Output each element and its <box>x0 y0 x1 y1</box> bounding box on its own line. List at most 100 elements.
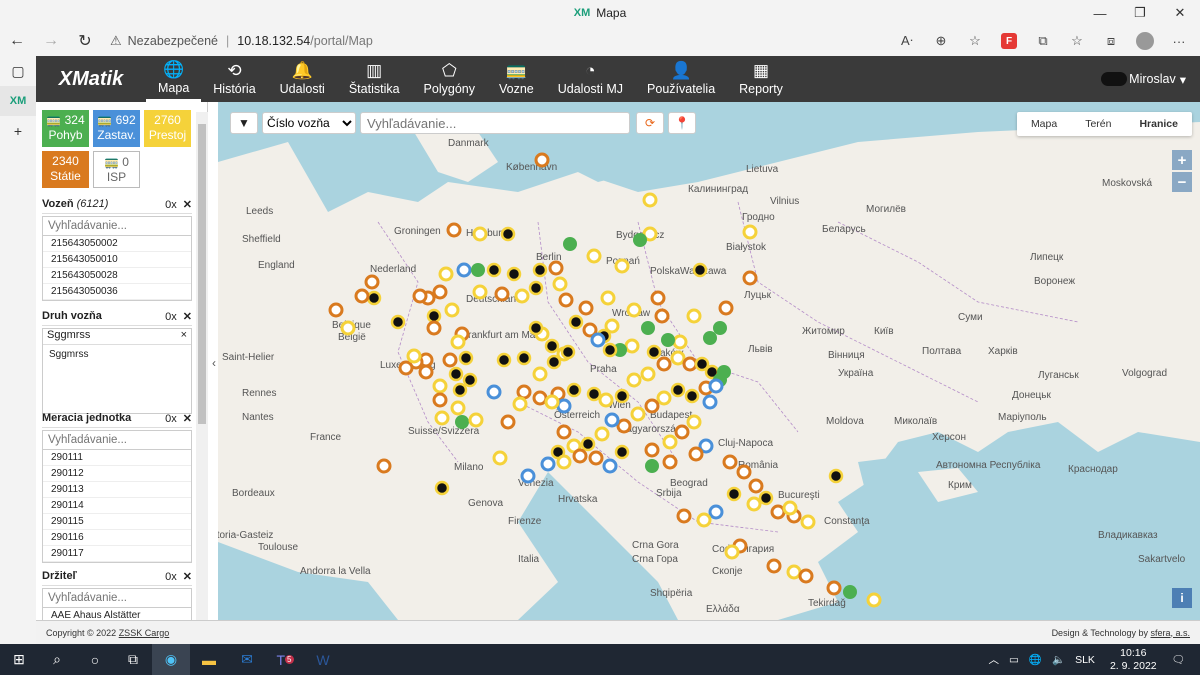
wagon-marker[interactable] <box>686 308 702 324</box>
wagon-marker[interactable] <box>486 262 502 278</box>
wagon-marker[interactable] <box>828 468 844 484</box>
list-item[interactable]: 215643050002 <box>43 236 191 252</box>
wagon-marker[interactable] <box>434 410 450 426</box>
wagon-marker[interactable] <box>650 290 666 306</box>
wagon-marker[interactable] <box>736 464 752 480</box>
wagon-marker[interactable] <box>590 332 606 348</box>
nav-mapa[interactable]: 🌐 Mapa <box>146 56 202 102</box>
refresh-map-icon[interactable]: ⟳ <box>636 112 664 134</box>
wagon-type-box[interactable]: Sggmrss × Sggmrss <box>42 328 192 414</box>
wagon-marker[interactable] <box>594 426 610 442</box>
map-search-input[interactable] <box>360 112 630 134</box>
wagon-marker[interactable] <box>688 446 704 462</box>
battery-icon[interactable]: ▭ <box>1009 654 1019 666</box>
address-bar[interactable]: ⚠ Nezabezpečené | 10.18.132.54 /portal/M… <box>110 28 890 54</box>
zoom-icon[interactable]: ⊕ <box>924 27 958 55</box>
wagon-marker[interactable] <box>500 414 516 430</box>
collections-icon[interactable]: ⧈ <box>1094 27 1128 55</box>
wagon-marker[interactable] <box>578 300 594 316</box>
wagon-marker[interactable] <box>432 378 448 394</box>
wagon-marker[interactable] <box>468 412 484 428</box>
wagon-marker[interactable] <box>604 318 620 334</box>
wagon-marker[interactable] <box>766 558 782 574</box>
wagon-marker[interactable] <box>586 386 602 402</box>
zoom-out-button[interactable]: − <box>1172 172 1192 192</box>
more-icon[interactable]: ··· <box>1162 27 1196 55</box>
wagon-marker[interactable] <box>717 365 731 379</box>
nav-vozne[interactable]: 🚃 Vozne <box>487 56 546 102</box>
wagon-marker[interactable] <box>520 468 536 484</box>
wagon-marker[interactable] <box>670 382 686 398</box>
list-item[interactable]: 290112 <box>43 466 191 482</box>
wagon-marker[interactable] <box>662 434 678 450</box>
wagon-marker[interactable] <box>548 260 564 276</box>
zoom-in-button[interactable]: + <box>1172 150 1192 170</box>
list-item[interactable]: AAE Ahaus Alstätter <box>43 608 191 620</box>
maximize-icon[interactable]: ❐ <box>1120 0 1160 26</box>
wagon-marker[interactable] <box>746 496 762 512</box>
list-item[interactable]: 290114 <box>43 498 191 514</box>
read-aloud-icon[interactable]: Aᐧ <box>890 27 924 55</box>
wagon-marker[interactable] <box>630 406 646 422</box>
map-type-mapa[interactable]: Mapa <box>1017 112 1071 136</box>
tile-zastav[interactable]: 🚃 692 Zastav. <box>93 110 140 147</box>
wagon-marker[interactable] <box>390 314 406 330</box>
wagon-marker[interactable] <box>438 266 454 282</box>
wagon-marker[interactable] <box>364 274 380 290</box>
wagon-marker[interactable] <box>600 290 616 306</box>
wagon-marker[interactable] <box>614 388 630 404</box>
wagon-marker[interactable] <box>528 280 544 296</box>
back-icon[interactable]: ← <box>0 27 34 55</box>
wagon-marker[interactable] <box>786 564 802 580</box>
list-item[interactable]: 290116 <box>43 530 191 546</box>
tab-actions-icon[interactable]: ▢ <box>0 56 36 86</box>
nav-pouzivatelia[interactable]: 👤 Používatelia <box>635 56 727 102</box>
wagon-marker[interactable] <box>633 233 647 247</box>
wagon-marker[interactable] <box>514 288 530 304</box>
wagon-marker[interactable] <box>546 354 562 370</box>
panel-scrollbar[interactable] <box>196 112 208 620</box>
wagon-marker[interactable] <box>724 544 740 560</box>
wagon-marker[interactable] <box>532 390 548 406</box>
wagon-marker[interactable] <box>471 263 485 277</box>
wagon-marker[interactable] <box>472 284 488 300</box>
wagon-marker[interactable] <box>626 372 642 388</box>
wagon-marker[interactable] <box>614 444 630 460</box>
design-link[interactable]: sfera, a.s. <box>1150 628 1190 638</box>
tile-isp[interactable]: 🚃 0 ISP <box>93 151 140 188</box>
extension-icon[interactable]: F <box>1001 33 1017 49</box>
brand-logo[interactable]: XMatik <box>36 56 146 102</box>
unit-search-input[interactable] <box>42 430 192 450</box>
wagon-marker[interactable] <box>444 302 460 318</box>
wagon-marker[interactable] <box>800 514 816 530</box>
refresh-icon[interactable]: ↻ <box>68 27 102 55</box>
wagon-marker[interactable] <box>560 344 576 360</box>
wagon-marker[interactable] <box>588 450 604 466</box>
wagon-marker[interactable] <box>448 366 464 382</box>
wagon-marker[interactable] <box>602 458 618 474</box>
wagon-marker[interactable] <box>748 478 764 494</box>
wagon-marker[interactable] <box>686 414 702 430</box>
wagon-marker[interactable] <box>641 321 655 335</box>
wagon-marker[interactable] <box>676 508 692 524</box>
filter-icon[interactable]: ▼ <box>230 112 258 134</box>
wagon-marker[interactable] <box>843 585 857 599</box>
word-icon[interactable]: W <box>304 644 342 675</box>
location-pin-icon[interactable]: 📍 <box>668 112 696 134</box>
wagon-marker[interactable] <box>528 320 544 336</box>
clear-unit-icon[interactable]: ✕ <box>183 413 192 425</box>
file-explorer-icon[interactable]: ▬ <box>190 644 228 675</box>
wagon-marker[interactable] <box>670 350 686 366</box>
wagon-marker[interactable] <box>604 412 620 428</box>
wagon-marker[interactable] <box>412 288 428 304</box>
wagon-marker[interactable] <box>434 480 450 496</box>
clock[interactable]: 10:16 2. 9. 2022 <box>1110 647 1157 673</box>
profile-avatar[interactable] <box>1136 32 1154 50</box>
wagon-marker[interactable] <box>656 390 672 406</box>
wagon-marker[interactable] <box>340 320 356 336</box>
wagon-marker[interactable] <box>656 356 672 372</box>
wagon-marker[interactable] <box>646 344 662 360</box>
map-canvas[interactable]: Danmark København Leeds Sheffield England Gro… <box>218 102 1200 620</box>
wagon-marker[interactable] <box>492 450 508 466</box>
wagon-marker[interactable] <box>500 226 516 242</box>
